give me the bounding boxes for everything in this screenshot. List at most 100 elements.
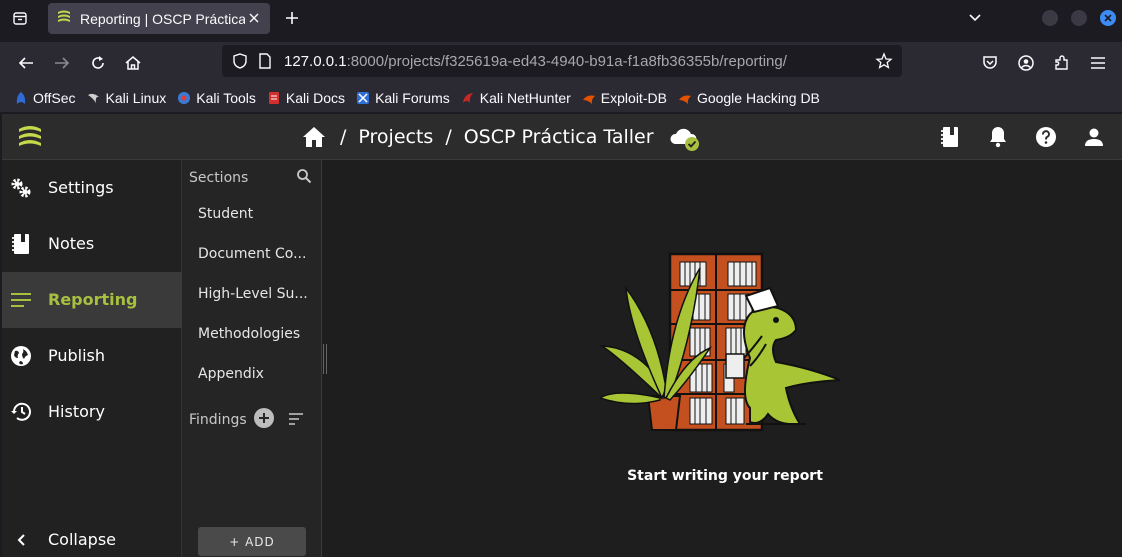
menu-icon[interactable]	[1086, 51, 1110, 75]
browser-tab-active[interactable]: Reporting | OSCP Práctica	[48, 3, 270, 34]
ghdb-icon	[678, 91, 692, 105]
window-close-button[interactable]	[1100, 10, 1116, 26]
dinosaur-bookshelf-illustration	[598, 248, 848, 448]
extensions-icon[interactable]	[1050, 51, 1074, 75]
notes-icon	[9, 232, 33, 256]
sidebar-item-history[interactable]: History	[2, 384, 182, 440]
kali-tools-icon	[177, 91, 191, 105]
window-maximize-button[interactable]	[1071, 10, 1087, 26]
collapse-label: Collapse	[48, 530, 116, 549]
bookmark-offsec[interactable]: OffSec	[14, 90, 76, 106]
sysreptor-logo-icon[interactable]	[16, 123, 44, 151]
kali-dragon-icon	[87, 91, 101, 105]
url-path: :8000/projects/f325619a-ed43-4940-b91a-f…	[346, 53, 787, 70]
bookmark-label: OffSec	[33, 90, 76, 106]
sections-panel: Sections Student Document Co... High-Lev…	[182, 160, 322, 557]
close-icon	[1104, 14, 1112, 22]
tab-close-icon[interactable]	[246, 10, 262, 26]
chevron-left-icon	[9, 528, 33, 552]
account-icon[interactable]	[1014, 51, 1038, 75]
add-finding-button[interactable]: + ADD	[198, 527, 306, 556]
sidebar-item-label: Reporting	[48, 290, 138, 309]
bookmark-label: Kali Tools	[196, 90, 256, 106]
breadcrumb-projects-link[interactable]: Projects	[358, 126, 433, 148]
sidebar-item-publish[interactable]: Publish	[2, 328, 182, 384]
search-icon[interactable]	[296, 168, 312, 184]
sysreptor-favicon-icon	[56, 9, 72, 29]
url-bar[interactable]: 127.0.0.1:8000/projects/f325619a-ed43-49…	[222, 45, 902, 77]
page-info-icon[interactable]	[258, 53, 272, 73]
notifications-bell-icon[interactable]	[985, 124, 1011, 150]
tabs-dropdown-icon[interactable]	[965, 8, 985, 28]
pocket-icon[interactable]	[978, 51, 1002, 75]
user-profile-icon[interactable]	[1081, 124, 1107, 150]
section-item-methodologies[interactable]: Methodologies	[198, 326, 316, 342]
browser-navigation-bar: 127.0.0.1:8000/projects/f325619a-ed43-49…	[0, 42, 1122, 84]
section-item-document-control[interactable]: Document Co...	[198, 246, 316, 262]
sidebar-item-label: Publish	[48, 346, 106, 365]
collapse-sidebar-button[interactable]: Collapse	[2, 512, 182, 557]
exploit-db-icon	[582, 91, 596, 105]
cloud-sync-check-icon	[668, 126, 700, 152]
new-tab-icon[interactable]	[282, 8, 302, 28]
bookmark-exploit-db[interactable]: Exploit-DB	[582, 90, 667, 106]
sort-icon[interactable]	[288, 411, 304, 425]
breadcrumb-project-name[interactable]: OSCP Práctica Taller	[464, 126, 654, 148]
main-content: Start writing your report	[328, 160, 1122, 557]
notebook-icon[interactable]	[937, 124, 963, 150]
findings-header: Findings	[189, 412, 247, 428]
sidebar-item-notes[interactable]: Notes	[2, 216, 182, 272]
history-icon	[9, 400, 33, 424]
window-minimize-button[interactable]	[1042, 10, 1058, 26]
breadcrumb-separator: /	[340, 126, 347, 148]
bookmark-label: Kali NetHunter	[479, 90, 571, 106]
panel-resize-handle[interactable]	[323, 344, 327, 374]
tab-title: Reporting | OSCP Práctica	[80, 10, 245, 27]
breadcrumb-separator: /	[445, 126, 452, 148]
url-text: 127.0.0.1:8000/projects/f325619a-ed43-49…	[284, 53, 787, 70]
bookmark-label: Google Hacking DB	[696, 90, 820, 106]
bookmark-label: Kali Linux	[105, 90, 167, 106]
bookmarks-toolbar: OffSec Kali Linux Kali Tools Kali Docs K…	[0, 84, 1122, 112]
sysreptor-app: / Projects / OSCP Práctica Taller Settin…	[2, 114, 1122, 557]
home-icon[interactable]	[121, 51, 145, 75]
breadcrumb: / Projects / OSCP Práctica Taller	[302, 124, 700, 152]
back-arrow-icon[interactable]	[14, 51, 38, 75]
section-item-high-level-summary[interactable]: High-Level Su...	[198, 286, 316, 302]
bookmark-label: Kali Docs	[285, 90, 346, 106]
home-icon[interactable]	[302, 126, 326, 148]
bookmark-kali-linux[interactable]: Kali Linux	[87, 90, 167, 106]
settings-icon	[9, 176, 33, 200]
empty-state-message: Start writing your report	[627, 468, 823, 484]
sidebar-navigation: Settings Notes Reporting Publish History	[2, 160, 182, 557]
bookmark-kali-nethunter[interactable]: Kali NetHunter	[461, 90, 571, 106]
bookmark-kali-forums[interactable]: Kali Forums	[356, 90, 450, 106]
nethunter-icon	[461, 91, 475, 105]
kali-docs-icon	[267, 91, 281, 105]
bookmark-kali-tools[interactable]: Kali Tools	[177, 90, 256, 106]
sidebar-item-settings[interactable]: Settings	[2, 160, 182, 216]
url-host: 127.0.0.1	[284, 53, 347, 70]
add-finding-plus-icon[interactable]	[254, 408, 274, 428]
sections-header: Sections	[189, 170, 249, 186]
tab-list-icon[interactable]	[10, 8, 30, 28]
section-item-appendix[interactable]: Appendix	[198, 366, 316, 382]
sidebar-item-reporting[interactable]: Reporting	[2, 272, 182, 328]
bookmark-label: Exploit-DB	[600, 90, 667, 106]
forward-arrow-icon[interactable]	[50, 51, 74, 75]
bookmark-star-icon[interactable]	[875, 52, 893, 74]
publish-globe-icon	[9, 344, 33, 368]
reload-icon[interactable]	[86, 51, 110, 75]
app-header: / Projects / OSCP Práctica Taller	[2, 114, 1122, 160]
help-icon[interactable]	[1033, 124, 1059, 150]
shield-icon[interactable]	[232, 53, 248, 73]
sidebar-item-label: Notes	[48, 234, 95, 253]
kali-forums-icon	[356, 91, 370, 105]
offsec-icon	[14, 91, 28, 105]
findings-label: Findings	[189, 412, 247, 428]
bookmark-google-hacking-db[interactable]: Google Hacking DB	[678, 90, 820, 106]
bookmark-kali-docs[interactable]: Kali Docs	[267, 90, 345, 106]
section-item-student[interactable]: Student	[198, 206, 316, 222]
bookmark-label: Kali Forums	[375, 90, 450, 106]
reporting-icon	[9, 288, 33, 312]
